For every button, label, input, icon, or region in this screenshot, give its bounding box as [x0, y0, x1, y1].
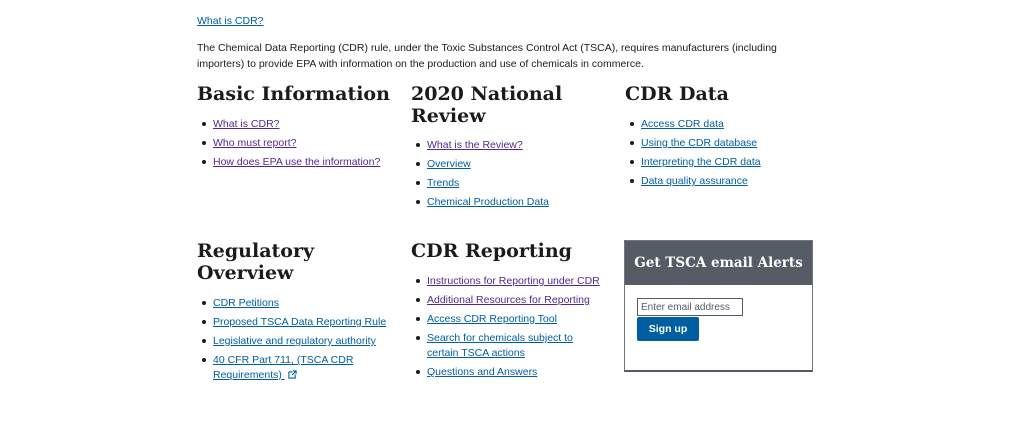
- list-item: Instructions for Reporting under CDR: [411, 274, 616, 289]
- search-chemicals-line1: Search for chemicals subject to: [427, 332, 573, 344]
- chemical-production-data-link[interactable]: Chemical Production Data: [427, 196, 549, 208]
- email-alerts-box: Get TSCA email Alerts Sign up: [624, 240, 813, 372]
- what-is-cdr-link[interactable]: What is CDR?: [213, 118, 280, 130]
- regulatory-overview-heading: Regulatory Overview: [197, 240, 315, 284]
- how-epa-uses-info-link[interactable]: How does EPA use the information?: [213, 156, 380, 168]
- access-reporting-tool-link[interactable]: Access CDR Reporting Tool: [427, 313, 557, 325]
- list-item: Access CDR Reporting Tool: [411, 312, 616, 327]
- email-alerts-header: Get TSCA email Alerts: [625, 241, 812, 285]
- additional-resources-link[interactable]: Additional Resources for Reporting: [427, 294, 590, 306]
- list-item: CDR Petitions: [197, 296, 407, 311]
- email-input[interactable]: [637, 298, 743, 316]
- list-item: What is CDR?: [197, 117, 397, 132]
- list-item: Data quality assurance: [625, 174, 825, 189]
- cdr-data-list: Access CDR data Using the CDR database I…: [625, 117, 825, 189]
- list-item: Using the CDR database: [625, 136, 825, 151]
- regulatory-overview-list: CDR Petitions Proposed TSCA Data Reporti…: [197, 296, 407, 383]
- 40-cfr-part-711-link[interactable]: 40 CFR Part 711, (TSCA CDR Requirements): [213, 354, 353, 381]
- trends-link[interactable]: Trends: [427, 177, 459, 189]
- instructions-reporting-link[interactable]: Instructions for Reporting under CDR: [427, 275, 600, 287]
- questions-answers-link[interactable]: Questions and Answers: [427, 366, 537, 378]
- intro-paragraph: The Chemical Data Reporting (CDR) rule, …: [197, 42, 777, 70]
- what-is-review-link[interactable]: What is the Review?: [427, 139, 523, 151]
- cdr-data-section: CDR Data Access CDR data Using the CDR d…: [625, 83, 825, 193]
- list-item: Questions and Answers: [411, 365, 616, 380]
- sign-up-button[interactable]: Sign up: [637, 317, 699, 341]
- list-item: Interpreting the CDR data: [625, 155, 825, 170]
- national-review-heading-line2: Review: [411, 105, 486, 127]
- who-must-report-link[interactable]: Who must report?: [213, 137, 296, 149]
- proposed-tsca-rule-link[interactable]: Proposed TSCA Data Reporting Rule: [213, 316, 386, 328]
- list-item: Proposed TSCA Data Reporting Rule: [197, 315, 407, 330]
- search-chemicals-link[interactable]: Search for chemicals subject to certain …: [427, 332, 573, 359]
- list-item: Chemical Production Data: [411, 195, 611, 210]
- cdr-reporting-list: Instructions for Reporting under CDR Add…: [411, 274, 616, 380]
- list-item: Search for chemicals subject to certain …: [411, 331, 616, 361]
- 40-cfr-part-711-line2: Requirements): [213, 369, 282, 381]
- overview-link[interactable]: Overview: [427, 158, 471, 170]
- cdr-data-heading: CDR Data: [625, 83, 729, 105]
- list-item: Access CDR data: [625, 117, 825, 132]
- national-review-heading: 2020 National Review: [411, 83, 611, 127]
- list-item: Legislative and regulatory authority: [197, 334, 407, 349]
- interpreting-cdr-data-link[interactable]: Interpreting the CDR data: [641, 156, 761, 168]
- external-link-icon: [288, 370, 297, 379]
- list-item: What is the Review?: [411, 138, 611, 153]
- search-chemicals-line2: certain TSCA actions: [427, 347, 525, 359]
- 40-cfr-part-711-line1: 40 CFR Part 711, (TSCA CDR: [213, 354, 354, 366]
- national-review-heading-line1: 2020 National: [411, 83, 563, 105]
- list-item: Additional Resources for Reporting: [411, 293, 616, 308]
- basic-information-section: Basic Information What is CDR? Who must …: [197, 83, 397, 174]
- email-alerts-title: Get TSCA email Alerts: [634, 255, 803, 271]
- list-item: How does EPA use the information?: [197, 155, 397, 170]
- legislative-authority-link[interactable]: Legislative and regulatory authority: [213, 335, 376, 347]
- list-item: Overview: [411, 157, 611, 172]
- what-is-cdr-top-link[interactable]: What is CDR?: [197, 15, 264, 27]
- access-cdr-data-link[interactable]: Access CDR data: [641, 118, 724, 130]
- using-cdr-database-link[interactable]: Using the CDR database: [641, 137, 757, 149]
- regulatory-overview-section: Regulatory Overview CDR Petitions Propos…: [197, 240, 407, 387]
- cdr-petitions-link[interactable]: CDR Petitions: [213, 297, 279, 309]
- data-quality-assurance-link[interactable]: Data quality assurance: [641, 175, 748, 187]
- list-item: Who must report?: [197, 136, 397, 151]
- list-item: 40 CFR Part 711, (TSCA CDR Requirements): [197, 353, 407, 383]
- basic-information-heading: Basic Information: [197, 83, 390, 105]
- national-review-section: 2020 National Review What is the Review?…: [411, 83, 611, 214]
- list-item: Trends: [411, 176, 611, 191]
- cdr-reporting-section: CDR Reporting Instructions for Reporting…: [411, 240, 616, 384]
- basic-information-list: What is CDR? Who must report? How does E…: [197, 117, 397, 170]
- national-review-list: What is the Review? Overview Trends Chem…: [411, 138, 611, 210]
- cdr-reporting-heading: CDR Reporting: [411, 240, 572, 262]
